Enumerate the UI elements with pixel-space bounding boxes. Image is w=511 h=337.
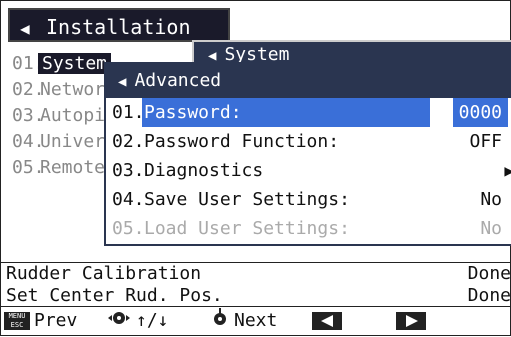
password-function-value: OFF xyxy=(469,131,502,152)
right-arrow-key[interactable] xyxy=(396,307,426,335)
advanced-item-password[interactable]: 01. Password: 0000 xyxy=(106,98,511,127)
advanced-item-diagnostics[interactable]: 03. Diagnostics ▶ xyxy=(106,156,511,185)
prev-key-hint[interactable]: MENU ESC Prev xyxy=(4,307,77,335)
advanced-item-save-user-settings[interactable]: 04. Save User Settings: No xyxy=(106,185,511,214)
right-arrow-key-icon xyxy=(396,312,426,330)
knob-icon xyxy=(212,307,228,335)
back-arrow-icon[interactable]: ◀ xyxy=(118,65,126,99)
password-value: 0000 xyxy=(452,98,508,127)
advanced-menu-title-bar: ◀ Advanced xyxy=(106,64,511,98)
key-guide-bar: MENU ESC Prev ↑/↓ Next xyxy=(0,306,511,337)
advanced-item-password-function[interactable]: 02. Password Function: OFF xyxy=(106,127,511,156)
left-arrow-key[interactable] xyxy=(312,307,342,335)
updown-key-hint[interactable]: ↑/↓ xyxy=(108,307,169,335)
left-arrow-key-icon xyxy=(312,312,342,330)
status-panel: Rudder Calibration Done Set Center Rud. … xyxy=(0,262,511,307)
status-value: Done xyxy=(467,263,511,284)
advanced-item-load-user-settings: 05. Load User Settings: No xyxy=(106,214,511,243)
installation-menu-title-bar: ◀ Installation Menu xyxy=(8,8,230,75)
load-user-settings-value: No xyxy=(480,218,502,239)
submenu-arrow-icon: ▶ xyxy=(504,161,511,180)
advanced-menu: ◀ Advanced 01. Password: 0000 02. Passwor… xyxy=(104,62,511,246)
knob-icon xyxy=(108,307,130,335)
status-row-rudder-calibration: Rudder Calibration Done xyxy=(6,263,511,284)
status-row-set-center: Set Center Rud. Pos. Done xyxy=(6,285,511,306)
next-key-hint[interactable]: Next xyxy=(212,307,277,335)
advanced-menu-title: Advanced xyxy=(134,70,222,91)
status-value: Done xyxy=(467,285,511,306)
back-arrow-icon[interactable]: ◀ xyxy=(20,12,38,46)
menu-esc-key-icon: MENU ESC xyxy=(4,312,30,330)
save-user-settings-value: No xyxy=(480,189,502,210)
